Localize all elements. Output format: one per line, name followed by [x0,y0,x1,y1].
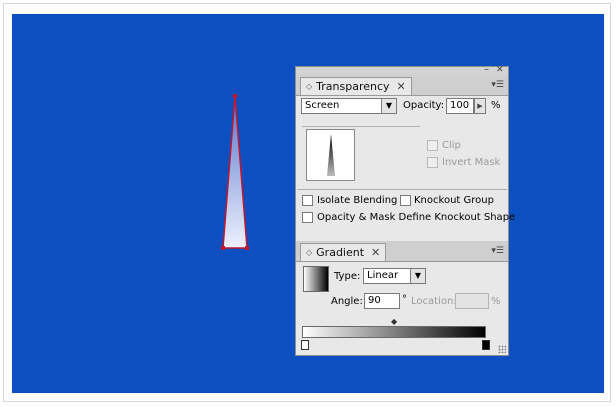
gradient-stop-black[interactable] [482,340,490,350]
divider [297,189,507,190]
diamond-icon: ◇ [306,248,313,257]
gradient-midpoint-icon[interactable]: ◆ [391,318,397,326]
panel-title-bar[interactable]: – ✕ [296,65,508,75]
opacity-input[interactable]: 100 [446,98,474,114]
tab-gradient-label: Gradient [316,246,365,259]
divider [302,126,420,127]
diamond-icon: ◇ [306,82,313,91]
tab-transparency-label: Transparency [316,80,390,93]
knockout-group-label: Knockout Group [414,195,494,206]
opacity-mask-knockout-checkbox[interactable] [302,212,313,223]
knockout-group-checkbox[interactable] [400,195,411,206]
opacity-percent: % [491,100,501,111]
resize-grip-icon[interactable] [498,345,506,353]
panel-menu-icon[interactable]: ▾☰ [491,80,504,90]
opacity-spin-icon[interactable]: ▶ [474,98,486,114]
clip-label: Clip [442,140,461,151]
anchor-point-top [233,94,237,98]
minimize-icon[interactable]: – [484,65,489,75]
location-input[interactable] [455,293,489,309]
triangle-shape[interactable] [218,92,252,254]
gradient-type-value: Linear [367,270,399,281]
gradient-type-select[interactable]: Linear ▼ [363,268,426,284]
blend-mode-value: Screen [305,100,340,111]
dropdown-arrow-icon[interactable]: ▼ [410,269,425,283]
angle-input[interactable]: 90 [364,293,400,309]
transparency-tab-row: ◇ Transparency ✕ ▾☰ [296,75,508,96]
close-icon[interactable]: ✕ [371,246,380,259]
object-thumbnail[interactable] [306,129,355,181]
isolate-blending-checkbox[interactable] [302,195,313,206]
gradient-stop-white[interactable] [301,340,309,350]
opacity-label: Opacity: [403,100,445,111]
invert-mask-checkbox[interactable] [427,157,438,168]
clip-checkbox[interactable] [427,140,438,151]
close-icon[interactable]: ✕ [496,65,504,75]
opacity-mask-knockout-label: Opacity & Mask Define Knockout Shape [317,212,516,223]
invert-mask-label: Invert Mask [442,157,501,168]
tab-gradient[interactable]: ◇ Gradient ✕ [300,243,387,261]
isolate-blending-label: Isolate Blending [317,195,398,206]
angle-label: Angle: [331,296,363,307]
gradient-tab-row: ◇ Gradient ✕ ▾☰ [296,241,508,262]
location-label: Location: [411,296,457,307]
close-icon[interactable]: ✕ [397,80,406,93]
angle-degree: ° [402,294,407,305]
panel-menu-icon[interactable]: ▾☰ [491,246,504,256]
gradient-slider[interactable] [302,326,486,338]
gradient-swatch[interactable] [303,266,329,292]
dropdown-arrow-icon[interactable]: ▼ [381,99,396,113]
blend-mode-select[interactable]: Screen ▼ [301,98,397,114]
location-percent: % [491,296,501,307]
tab-transparency[interactable]: ◇ Transparency ✕ [300,77,412,95]
anchor-point-left [221,246,225,250]
anchor-point-right [245,246,249,250]
gradient-type-label: Type: [334,271,361,282]
thumbnail-triangle-icon [327,134,335,176]
